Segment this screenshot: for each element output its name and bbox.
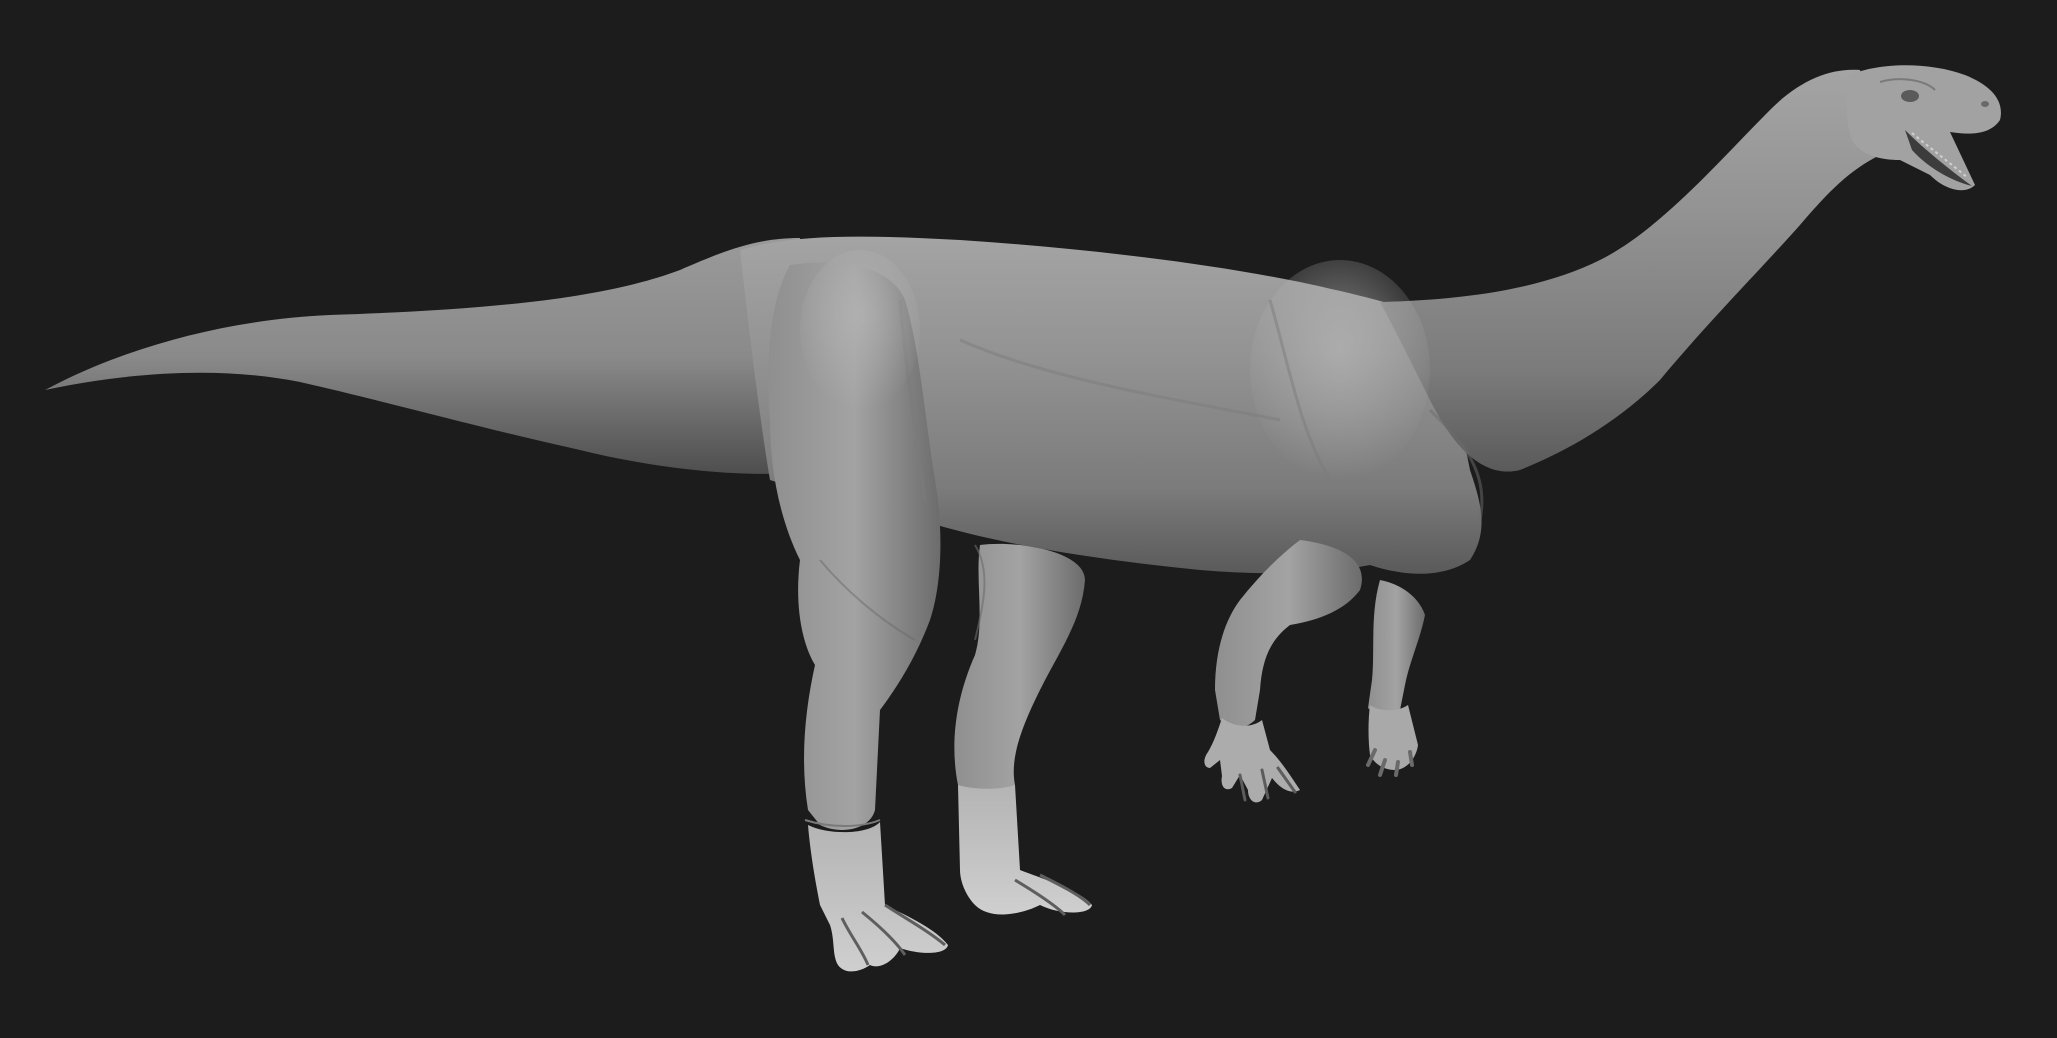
nostril-icon (1981, 101, 1989, 107)
tail (45, 238, 820, 474)
hip-highlight (800, 250, 920, 410)
head (1846, 65, 2001, 191)
far-hind-leg (954, 543, 1092, 917)
near-forelimb (1204, 540, 1362, 803)
render-viewport (0, 0, 2057, 1038)
eye-icon (1901, 90, 1919, 102)
far-forelimb (1366, 580, 1425, 777)
dinosaur-sculpt-render (45, 65, 2001, 972)
shoulder-highlight (1250, 260, 1430, 480)
neck (1380, 69, 1880, 472)
